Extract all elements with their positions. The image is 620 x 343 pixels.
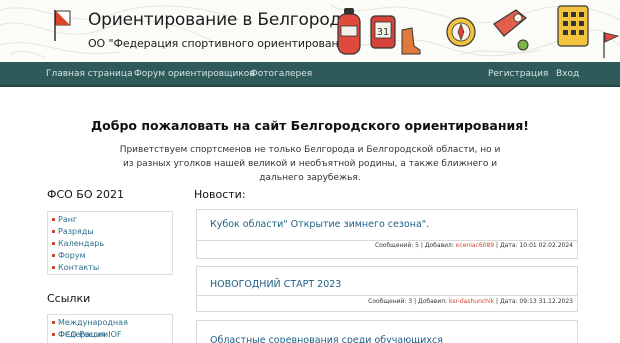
news-title: Новости: xyxy=(194,188,246,201)
news-headline[interactable]: Областные соревнования среди обучающихся xyxy=(210,335,443,343)
news-headline[interactable]: Кубок области" Открытие зимнего сезона". xyxy=(210,219,429,230)
sidebar-item-ranks[interactable]: Разряды xyxy=(48,226,172,238)
news-divider xyxy=(197,295,577,296)
news-item: Областные соревнования среди обучающихся xyxy=(196,320,578,343)
news-meta: Сообщений: 3 | Добавил: ksr-dashunchik |… xyxy=(368,298,573,305)
sidebar-fso-list: Ранг Разряды Календарь Форум Контакты xyxy=(47,211,173,275)
bullet-icon xyxy=(52,218,55,221)
map-case-icon xyxy=(557,5,589,47)
news-divider xyxy=(197,240,577,241)
welcome-text: Приветствуем спортсменов не только Белго… xyxy=(119,145,501,183)
flag-marker-icon xyxy=(603,32,620,58)
news-author[interactable]: ksr-dashunchik xyxy=(449,298,494,305)
sidebar-links-title: Ссылки xyxy=(47,292,91,305)
bullet-icon xyxy=(52,254,55,257)
sidebar-fso-title: ФСО БО 2021 xyxy=(47,188,124,201)
news-meta: Сообщений: 5 | Добавил: ксеnіас6089 | Да… xyxy=(374,242,573,249)
compass-badge-number: 31 xyxy=(377,27,390,38)
headlamp-icon xyxy=(493,9,527,37)
sidebar-item-calendar[interactable]: Календарь xyxy=(48,238,172,250)
site-title[interactable]: Ориентирование в Белгороде xyxy=(88,10,352,30)
bullet-icon xyxy=(52,333,55,336)
nav-register[interactable]: Регистрация xyxy=(488,69,548,79)
bullet-icon xyxy=(52,230,55,233)
news-author[interactable]: ксеnіас6089 xyxy=(456,242,494,249)
site-header: Ориентирование в Белгороде ОО "Федерация… xyxy=(0,0,620,62)
sidebar-item-contacts[interactable]: Контакты xyxy=(48,262,172,274)
sidebar-item-rank[interactable]: Ранг xyxy=(48,214,172,226)
sidebar-link-fso-russia[interactable]: ФСО России xyxy=(48,329,172,341)
main-navbar: Главная страница Форум ориентировщиков Ф… xyxy=(0,62,620,87)
bullet-icon xyxy=(52,266,55,269)
bullet-icon xyxy=(52,242,55,245)
orienteering-flag-logo xyxy=(54,10,71,41)
site-subtitle: ОО "Федерация спортивного ориентирования… xyxy=(88,37,358,50)
nav-gallery[interactable]: Фотогалерея xyxy=(250,69,312,79)
compass-icon xyxy=(446,17,476,47)
news-headline[interactable]: НОВОГОДНИЙ СТАРТ 2023 xyxy=(210,279,341,290)
small-pin-icon xyxy=(517,39,529,51)
news-item: Кубок области" Открытие зимнего сезона".… xyxy=(196,209,578,259)
nav-forum[interactable]: Форум ориентировщиков xyxy=(134,69,255,79)
water-bottle-icon xyxy=(337,8,361,55)
sidebar-link-iof[interactable]: Международная Федерация IOF xyxy=(48,317,172,339)
bullet-icon xyxy=(52,321,55,324)
shoe-icon xyxy=(401,27,421,55)
nav-home[interactable]: Главная страница xyxy=(46,69,133,79)
welcome-title: Добро пожаловать на сайт Белгородского о… xyxy=(91,118,529,133)
news-item: НОВОГОДНИЙ СТАРТ 2023 Сообщений: 3 | Доб… xyxy=(196,266,578,312)
sidebar-item-forum[interactable]: Форум xyxy=(48,250,172,262)
nav-login[interactable]: Вход xyxy=(556,69,579,79)
control-card-icon: 31 xyxy=(370,15,396,49)
sidebar-links-list: Международная Федерация IOF ФСО России xyxy=(47,314,173,343)
